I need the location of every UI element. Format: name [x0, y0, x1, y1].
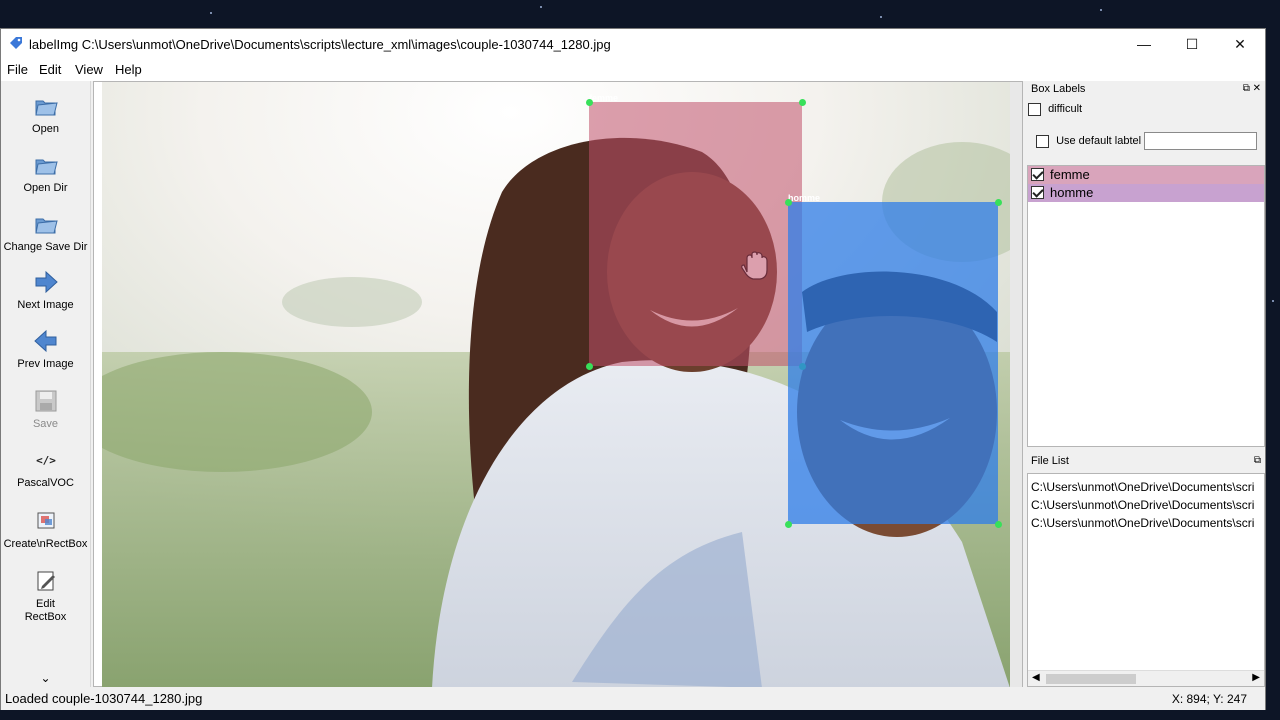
box-handle[interactable] — [785, 199, 792, 206]
status-bar: Loaded couple-1030744_1280.jpg X: 894; Y… — [1, 687, 1265, 710]
box-label-femme: femme — [589, 93, 619, 103]
file-list-item[interactable]: C:\Users\unmot\OneDrive\Documents\scri — [1028, 514, 1264, 532]
edit-icon — [37, 571, 55, 591]
code-icon: </> — [36, 454, 56, 467]
edit-rectbox-button[interactable]: Edit RectBox — [1, 568, 90, 624]
prev-image-button[interactable]: Prev Image — [1, 328, 90, 371]
file-list-panel: File List ⧉ C:\Users\unmot\OneDrive\Docu… — [1027, 81, 1265, 687]
close-button[interactable]: ✕ — [1217, 29, 1263, 59]
box-label-homme: homme — [788, 193, 821, 203]
cursor-coordinates: X: 894; Y: 247 — [1171, 692, 1247, 706]
image-canvas[interactable]: femme homme — [102, 82, 1010, 688]
file-list-item[interactable]: C:\Users\unmot\OneDrive\Documents\scri — [1028, 496, 1264, 514]
menu-file[interactable]: File — [7, 62, 28, 77]
menu-bar: File Edit View Help — [1, 59, 1265, 81]
app-window: labelImg C:\Users\unmot\OneDrive\Documen… — [0, 28, 1266, 710]
box-handle[interactable] — [586, 363, 593, 370]
save-button[interactable]: Save — [1, 388, 90, 431]
arrow-right-icon — [35, 270, 58, 294]
box-handle[interactable] — [799, 99, 806, 106]
folder-icon — [34, 218, 58, 234]
maximize-button[interactable]: ☐ — [1169, 29, 1215, 59]
pascalvoc-button[interactable]: </> PascalVOC — [1, 447, 90, 490]
bounding-box-femme[interactable]: femme — [589, 93, 802, 366]
tag-icon — [10, 37, 22, 49]
create-rect-icon — [37, 512, 54, 529]
change-save-dir-button[interactable]: Change Save Dir — [1, 211, 90, 254]
file-list-title: File List ⧉ — [1031, 455, 1261, 467]
arrow-left-icon — [33, 329, 56, 353]
toolbar: Open Open Dir Change Save Dir Next Image — [1, 81, 91, 687]
file-list-horizontal-scrollbar[interactable]: ◀ ▶ — [1028, 670, 1264, 686]
menu-edit[interactable]: Edit — [39, 62, 61, 77]
folder-icon — [34, 100, 58, 116]
menu-view[interactable]: View — [75, 62, 103, 77]
minimize-button[interactable]: — — [1121, 29, 1167, 59]
file-list-item[interactable]: C:\Users\unmot\OneDrive\Documents\scri — [1028, 478, 1264, 496]
image-canvas-frame: femme homme — [93, 81, 1023, 688]
box-handle[interactable] — [995, 521, 1002, 528]
box-handle[interactable] — [785, 521, 792, 528]
scroll-right-icon[interactable]: ▶ — [1252, 672, 1260, 683]
bounding-box-homme[interactable]: homme — [788, 193, 998, 524]
svg-text:</>: </> — [36, 454, 56, 467]
box-handle[interactable] — [995, 199, 1002, 206]
create-rectbox-button[interactable]: Create\nRectBox — [1, 508, 90, 551]
canvas-vertical-scrollbar[interactable] — [1010, 82, 1022, 688]
window-title: labelImg C:\Users\unmot\OneDrive\Documen… — [29, 37, 611, 52]
folder-icon — [34, 159, 58, 175]
open-button[interactable]: Open — [1, 93, 90, 136]
title-bar[interactable]: labelImg C:\Users\unmot\OneDrive\Documen… — [1, 29, 1265, 59]
scrollbar-thumb[interactable] — [1046, 674, 1136, 684]
chevron-down-icon[interactable]: ⌄ — [1, 671, 90, 685]
float-icon[interactable]: ⧉ — [1254, 455, 1261, 466]
menu-help[interactable]: Help — [115, 62, 142, 77]
file-list: C:\Users\unmot\OneDrive\Documents\scri C… — [1027, 473, 1265, 687]
box-handle[interactable] — [586, 99, 593, 106]
scroll-left-icon[interactable]: ◀ — [1032, 672, 1040, 683]
save-icon — [35, 390, 56, 412]
next-image-button[interactable]: Next Image — [1, 269, 90, 312]
status-message: Loaded couple-1030744_1280.jpg — [5, 691, 203, 706]
open-dir-button[interactable]: Open Dir — [1, 152, 90, 195]
